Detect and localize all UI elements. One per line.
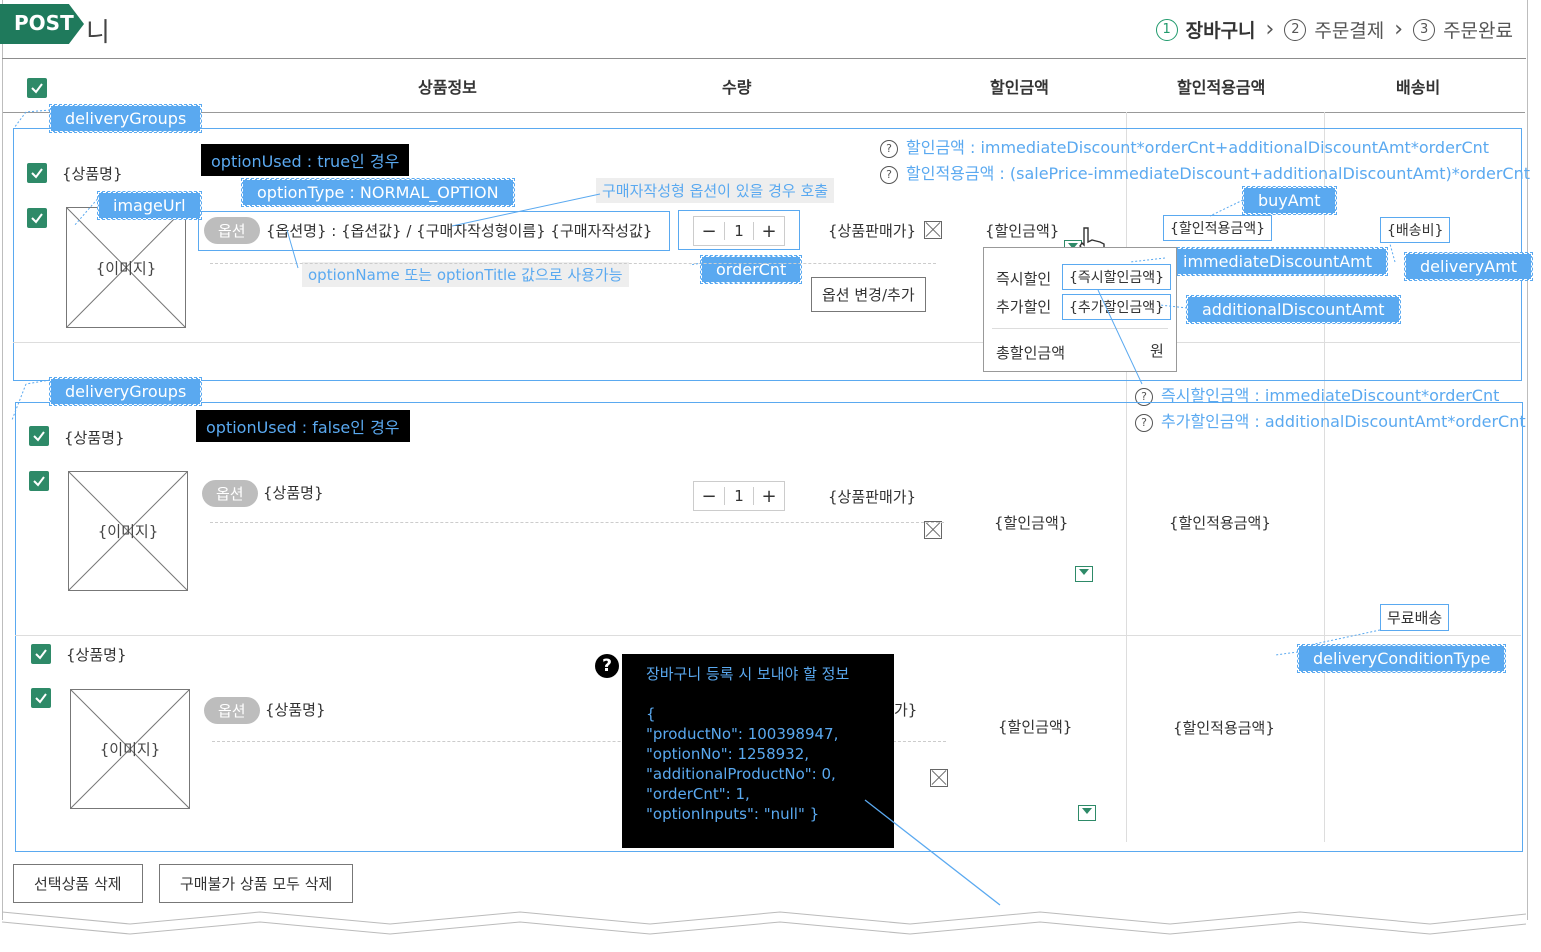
cut-line-bottom <box>1 921 1527 935</box>
delivery-condition-connector <box>1274 651 1299 656</box>
buy-amt-connector <box>1209 199 1244 217</box>
additional-discount-connector <box>1159 304 1188 309</box>
delete-selected-button[interactable]: 선택상품 삭제 <box>13 864 143 903</box>
custom-option-connector <box>451 193 601 227</box>
immediate-discount-connector <box>1129 257 1166 263</box>
json-connector <box>864 799 1001 906</box>
free-shipping-connector <box>1309 629 1381 646</box>
formula-connector <box>1097 289 1143 385</box>
delivery-groups-connector <box>25 109 51 113</box>
delete-unavailable-button[interactable]: 구매불가 상품 모두 삭제 <box>159 864 354 903</box>
option-name-connector <box>286 229 299 269</box>
delivery-amt-connector <box>1389 243 1396 263</box>
order-cnt-connector <box>689 262 703 266</box>
image-url-connector <box>73 195 101 227</box>
annotation-lines <box>1 109 1527 935</box>
